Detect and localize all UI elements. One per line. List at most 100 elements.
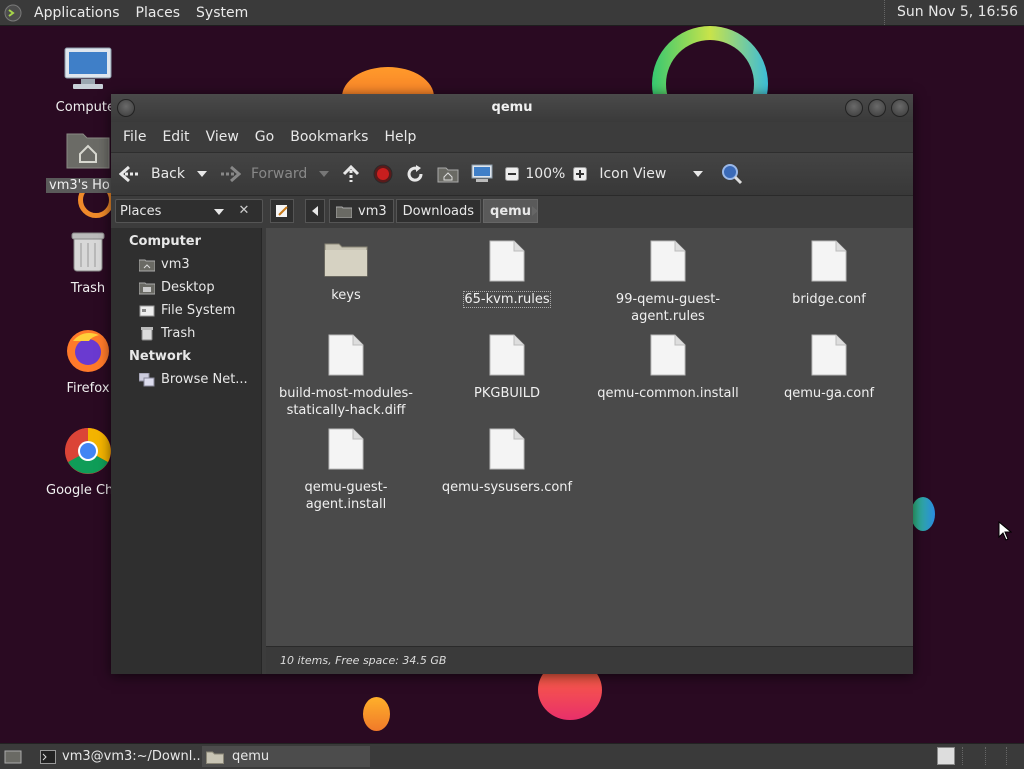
close-sidebar-icon[interactable]: ✕ [233, 199, 255, 223]
text-file-icon [271, 428, 421, 475]
back-history-dropdown[interactable] [197, 171, 207, 177]
network-icon [139, 372, 155, 388]
sidebar-item-label: vm3 [161, 257, 190, 272]
home-button[interactable] [437, 165, 459, 183]
search-icon [721, 163, 743, 185]
places-menu[interactable]: Places [128, 5, 189, 21]
menu-file[interactable]: File [115, 129, 154, 145]
file-item-qemu-common-install[interactable]: qemu-common.install [593, 334, 743, 402]
back-button[interactable]: Back [119, 165, 185, 183]
chevron-down-icon [693, 171, 704, 177]
maximize-button[interactable] [868, 99, 886, 117]
menu-help[interactable]: Help [376, 129, 424, 145]
breadcrumb-left-arrow[interactable] [305, 199, 325, 223]
sidebar-item-browse-network[interactable]: Browse Net... [111, 368, 261, 391]
forward-history-dropdown[interactable] [319, 171, 330, 177]
clock[interactable]: Sun Nov 5, 16:56 [883, 0, 1024, 25]
wallpaper-small-orange-blob [363, 697, 390, 731]
file-name: 65-kvm.rules [463, 291, 551, 308]
breadcrumb-downloads[interactable]: Downloads [395, 199, 482, 223]
file-item-qemu-sysusers-conf[interactable]: qemu-sysusers.conf [432, 428, 582, 496]
workspace-switcher-3[interactable] [985, 747, 1004, 765]
sidebar-item-label: Browse Net... [161, 372, 248, 387]
chevron-down-icon [319, 171, 330, 177]
stop-button[interactable] [373, 164, 393, 184]
trash-icon [139, 326, 155, 342]
applications-menu[interactable]: Applications [26, 5, 128, 21]
menu-view[interactable]: View [198, 129, 247, 145]
chrome-icon [64, 427, 112, 475]
chevron-down-icon [197, 171, 207, 177]
terminal-icon [40, 749, 56, 764]
menubar: File Edit View Go Bookmarks Help [111, 122, 913, 152]
text-file-icon [593, 334, 743, 381]
search-button[interactable] [721, 163, 743, 185]
home-icon [336, 205, 352, 218]
computer-button[interactable] [471, 164, 493, 184]
window-menu-button[interactable] [117, 99, 135, 117]
sidebar-item-trash[interactable]: Trash [111, 322, 261, 345]
file-item-build-most-modules-statically-hack-diff[interactable]: build-most-modules-statically-hack.diff [271, 334, 421, 419]
file-item-qemu-ga-conf[interactable]: qemu-ga.conf [754, 334, 904, 402]
wallpaper-teal-blob [911, 497, 935, 531]
taskbar-item-qemu[interactable]: qemu [202, 746, 370, 767]
zoom-level[interactable]: 100% [525, 166, 565, 182]
firefox-icon [65, 327, 111, 373]
up-arrow-icon [341, 164, 361, 184]
file-name: build-most-modules-statically-hack.diff [278, 386, 414, 418]
close-button[interactable] [891, 99, 909, 117]
mate-logo-icon[interactable] [0, 4, 26, 22]
workspace-switcher-2[interactable] [962, 747, 981, 765]
home-icon [139, 257, 155, 273]
forward-button[interactable]: Forward [219, 165, 307, 183]
show-desktop-button[interactable] [2, 747, 24, 766]
text-file-icon [593, 240, 743, 287]
edit-icon [275, 204, 289, 218]
sidebar-item-file-system[interactable]: File System [111, 299, 261, 322]
taskbar-item-label: qemu [232, 749, 270, 764]
sidebar-item-label: Desktop [161, 280, 215, 295]
file-item-qemu-guest-agent-install[interactable]: qemu-guest-agent.install [271, 428, 421, 513]
workspace-switcher-4[interactable] [1006, 747, 1023, 765]
file-item-65-kvm-rules[interactable]: 65-kvm.rules [432, 240, 582, 308]
window-titlebar[interactable]: qemu [111, 94, 913, 122]
file-view[interactable]: keys 65-kvm.rules 99-qemu-guest-agent.ru… [266, 228, 913, 646]
chevron-right-icon [532, 206, 538, 216]
sidebar-header-network: Network [129, 349, 191, 364]
file-name: PKGBUILD [474, 386, 540, 401]
file-name: qemu-sysusers.conf [441, 480, 573, 495]
folder-icon [271, 240, 421, 283]
zoom-in-button[interactable] [573, 167, 588, 181]
computer-icon [471, 164, 493, 184]
breadcrumb-vm3[interactable]: vm3 [329, 199, 394, 223]
text-file-icon [754, 334, 904, 381]
file-name: bridge.conf [792, 292, 866, 307]
sidebar-item-desktop[interactable]: Desktop [111, 276, 261, 299]
folder-icon [206, 750, 224, 764]
toggle-location-entry-button[interactable] [270, 199, 294, 223]
workspace-switcher-1[interactable] [937, 747, 955, 765]
taskbar-item-terminal[interactable]: vm3@vm3:~/Downl... [36, 746, 205, 767]
zoom-label: 100% [525, 166, 566, 182]
menu-bookmarks[interactable]: Bookmarks [282, 129, 376, 145]
sidebar-item-vm3[interactable]: vm3 [111, 253, 261, 276]
forward-arrow-icon [219, 165, 241, 183]
breadcrumb-right-arrow[interactable] [525, 199, 545, 223]
chevron-down-icon [214, 209, 224, 215]
file-name: 99-qemu-guest-agent.rules [615, 292, 721, 324]
reload-button[interactable] [405, 164, 425, 184]
up-button[interactable] [341, 164, 361, 184]
top-panel: Applications Places System Sun Nov 5, 16… [0, 0, 1024, 26]
menu-edit[interactable]: Edit [154, 129, 197, 145]
zoom-out-button[interactable] [505, 167, 520, 181]
file-item-bridge-conf[interactable]: bridge.conf [754, 240, 904, 308]
file-item-99-qemu-guest-agent-rules[interactable]: 99-qemu-guest-agent.rules [593, 240, 743, 325]
view-mode-select[interactable]: Icon View [599, 166, 704, 182]
file-item-keys[interactable]: keys [271, 240, 421, 304]
desktop-icon [139, 280, 155, 296]
menu-go[interactable]: Go [247, 129, 282, 145]
drive-icon [139, 303, 155, 319]
system-menu[interactable]: System [188, 5, 256, 21]
file-item-pkgbuild[interactable]: PKGBUILD [432, 334, 582, 402]
minimize-button[interactable] [845, 99, 863, 117]
